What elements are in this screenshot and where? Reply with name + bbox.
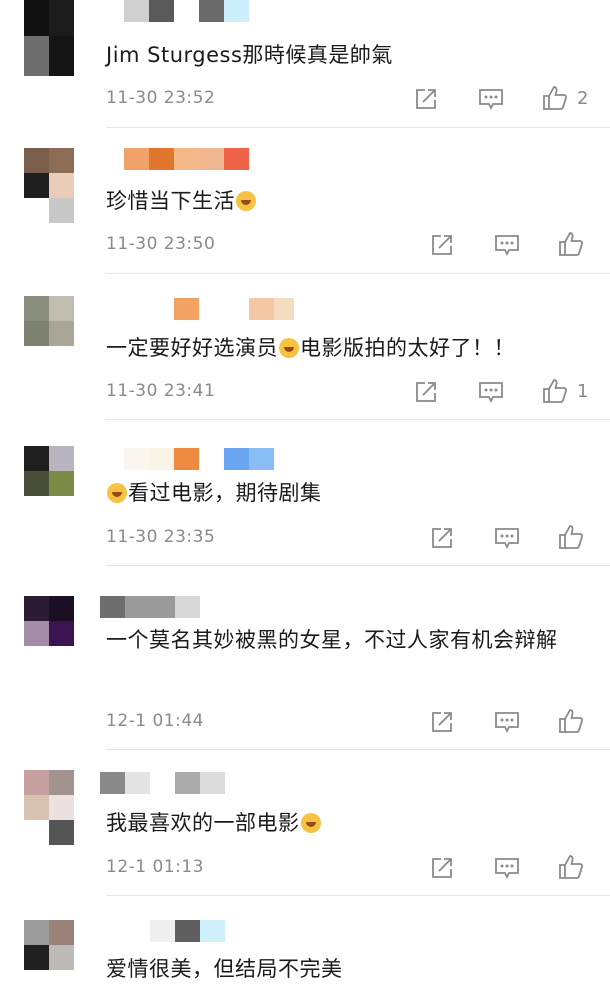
comment-text: 看过电影，期待剧集 bbox=[106, 478, 588, 508]
comment-item: 珍惜当下生活 11-30 23:50 bbox=[0, 128, 610, 274]
crying-emoji-icon bbox=[236, 191, 256, 211]
avatar[interactable] bbox=[24, 446, 74, 496]
comment-time: 11-30 23:41 bbox=[106, 381, 216, 401]
comment-text-content: 我最喜欢的一部电影 bbox=[106, 811, 300, 835]
kiss-emoji-icon bbox=[300, 813, 321, 833]
avatar-tile bbox=[24, 770, 49, 795]
comment-time: 11-30 23:50 bbox=[106, 234, 216, 254]
avatar-tile bbox=[49, 471, 74, 496]
like-count: 1 bbox=[577, 381, 589, 402]
reply-icon[interactable] bbox=[494, 526, 520, 550]
username-blurred[interactable] bbox=[100, 772, 225, 794]
crying-emoji-icon bbox=[279, 338, 299, 358]
face-emoji-icon bbox=[107, 483, 127, 503]
comment-text-content: 看过电影，期待剧集 bbox=[128, 481, 322, 505]
avatar-tile bbox=[49, 36, 74, 76]
comment-text-content-after: 电影版拍的太好了！！ bbox=[300, 336, 515, 360]
comment-text: 爱情很美，但结局不完美 bbox=[106, 954, 588, 984]
avatar-tile bbox=[49, 321, 74, 346]
like-count: 2 bbox=[577, 88, 589, 109]
avatar-tile bbox=[24, 471, 49, 496]
like-icon[interactable] bbox=[557, 230, 585, 258]
username-blurred[interactable] bbox=[174, 298, 294, 320]
like-icon[interactable] bbox=[541, 377, 569, 405]
comment-item: 看过电影，期待剧集 11-30 23:35 bbox=[0, 420, 610, 566]
comment-text-content: 一个莫名其妙被黑的女星，不过人家有机会辩解 bbox=[106, 628, 558, 652]
avatar[interactable] bbox=[24, 770, 74, 820]
avatar-tile bbox=[24, 945, 49, 970]
share-icon[interactable] bbox=[414, 87, 438, 111]
share-icon[interactable] bbox=[414, 380, 438, 404]
avatar-tile bbox=[49, 296, 74, 321]
reply-icon[interactable] bbox=[494, 710, 520, 734]
comment-time: 11-30 23:52 bbox=[106, 88, 216, 108]
avatar-tile bbox=[49, 621, 74, 646]
comment-item: 一个莫名其妙被黑的女星，不过人家有机会辩解 12-1 01:44 bbox=[0, 566, 610, 750]
avatar-tile bbox=[24, 0, 49, 36]
share-icon[interactable] bbox=[430, 233, 454, 257]
comment-text: Jim Sturgess那時候真是帥氣 bbox=[106, 40, 588, 70]
avatar-tile bbox=[24, 321, 49, 346]
comment-item: 我最喜欢的一部电影 12-1 01:13 bbox=[0, 750, 610, 896]
like-icon[interactable] bbox=[557, 523, 585, 551]
share-icon[interactable] bbox=[430, 710, 454, 734]
avatar-tile bbox=[49, 0, 74, 36]
comment-text-content: Jim Sturgess那時候真是帥氣 bbox=[106, 43, 393, 67]
comment-time: 12-1 01:44 bbox=[106, 711, 204, 731]
avatar-tile bbox=[24, 446, 49, 471]
share-icon[interactable] bbox=[430, 856, 454, 880]
avatar-lower bbox=[24, 820, 74, 845]
avatar-tile bbox=[49, 770, 74, 795]
username-blurred[interactable] bbox=[124, 0, 249, 22]
comment-text-content: 一定要好好选演员 bbox=[106, 336, 278, 360]
reply-icon[interactable] bbox=[478, 380, 504, 404]
avatar-tile bbox=[24, 621, 49, 646]
avatar-tile bbox=[49, 945, 74, 970]
comment-item: 一定要好好选演员 电影版拍的太好了！！ 11-30 23:41 1 bbox=[0, 274, 610, 420]
avatar-tile bbox=[24, 36, 49, 76]
comment-text: 一定要好好选演员 电影版拍的太好了！！ bbox=[106, 333, 588, 363]
username-blurred[interactable] bbox=[124, 448, 274, 470]
comment-item: 爱情很美，但结局不完美 bbox=[0, 896, 610, 1000]
like-icon[interactable] bbox=[541, 84, 569, 112]
comment-item: Jim Sturgess那時候真是帥氣 11-30 23:52 2 bbox=[0, 0, 610, 128]
reply-icon[interactable] bbox=[494, 856, 520, 880]
avatar[interactable] bbox=[24, 0, 74, 76]
like-icon[interactable] bbox=[557, 853, 585, 881]
comment-time: 11-30 23:35 bbox=[106, 527, 216, 547]
avatar[interactable] bbox=[24, 920, 74, 970]
avatar-tile bbox=[49, 795, 74, 820]
avatar-tile bbox=[24, 795, 49, 820]
avatar-tile bbox=[49, 596, 74, 621]
avatar-tile bbox=[49, 446, 74, 471]
avatar[interactable] bbox=[24, 596, 74, 646]
comment-time: 12-1 01:13 bbox=[106, 857, 204, 877]
avatar-tile bbox=[24, 173, 49, 198]
avatar-tile bbox=[24, 596, 49, 621]
comment-text-content: 珍惜当下生活 bbox=[106, 189, 235, 213]
avatar-tile bbox=[49, 173, 74, 198]
avatar[interactable] bbox=[24, 296, 74, 346]
avatar-lower bbox=[24, 198, 74, 223]
avatar-tile bbox=[49, 920, 74, 945]
comment-text: 珍惜当下生活 bbox=[106, 186, 588, 216]
username-blurred[interactable] bbox=[124, 148, 249, 170]
username-blurred[interactable] bbox=[150, 920, 225, 942]
avatar-tile bbox=[24, 920, 49, 945]
comment-text: 我最喜欢的一部电影 bbox=[106, 808, 588, 838]
like-icon[interactable] bbox=[557, 707, 585, 735]
avatar-tile bbox=[49, 148, 74, 173]
share-icon[interactable] bbox=[430, 526, 454, 550]
reply-icon[interactable] bbox=[494, 233, 520, 257]
avatar-tile bbox=[24, 296, 49, 321]
comment-text-content: 爱情很美，但结局不完美 bbox=[106, 957, 343, 981]
avatar-tile bbox=[24, 148, 49, 173]
avatar[interactable] bbox=[24, 148, 74, 198]
reply-icon[interactable] bbox=[478, 87, 504, 111]
username-blurred[interactable] bbox=[100, 596, 200, 618]
comment-text: 一个莫名其妙被黑的女星，不过人家有机会辩解 bbox=[106, 625, 588, 655]
